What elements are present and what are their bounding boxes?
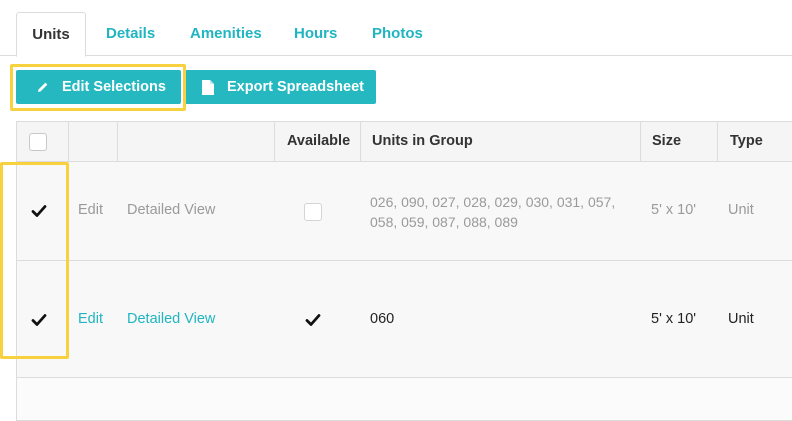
header-size[interactable]: Size [641,122,718,162]
edit-selections-label: Edit Selections [62,79,166,95]
edit-selections-button[interactable]: Edit Selections [16,70,181,104]
export-spreadsheet-button[interactable]: Export Spreadsheet [185,70,376,104]
select-all-checkbox[interactable] [29,133,47,151]
row-select-checkbox[interactable] [30,202,48,220]
pencil-icon [38,82,48,92]
row-select-checkbox[interactable] [30,311,48,329]
table-row: Edit Detailed View 026, 090, 027, 028, 0… [17,162,792,261]
units-table: Available Units in Group Size Type Edit … [16,121,792,421]
checkmark-icon [31,205,47,217]
document-icon [202,79,214,95]
available-checkbox[interactable] [304,203,322,221]
header-select-all-cell [17,122,69,162]
header-available[interactable]: Available [275,122,361,162]
detailed-view-link[interactable]: Detailed View [127,311,215,327]
units-in-group-value: 026, 090, 027, 028, 029, 030, 031, 057, … [370,194,616,230]
type-value: Unit [728,311,754,327]
header-edit-cell [69,122,118,162]
tab-hours[interactable]: Hours [294,12,337,57]
size-value: 5' x 10' [651,202,697,218]
detailed-view-link[interactable]: Detailed View [127,202,215,218]
table-row: Edit Detailed View 060 5' x 10' Unit [17,261,792,378]
units-in-group-value: 060 [370,311,395,327]
export-spreadsheet-label: Export Spreadsheet [227,79,364,95]
header-units-in-group[interactable]: Units in Group [361,122,641,162]
size-value: 5' x 10' [651,311,697,327]
tab-amenities[interactable]: Amenities [190,12,262,57]
edit-link[interactable]: Edit [78,311,103,327]
tab-units[interactable]: Units [16,12,86,57]
header-type[interactable]: Type [718,122,792,162]
tab-bar: Units Details Amenities Hours Photos [0,0,792,57]
table-row [17,378,792,421]
type-value: Unit [728,202,754,218]
checkmark-icon [305,314,321,326]
edit-link[interactable]: Edit [78,202,103,218]
available-checkbox[interactable] [304,311,322,329]
tab-photos[interactable]: Photos [372,12,423,57]
table-header: Available Units in Group Size Type [17,121,792,162]
header-view-cell [118,122,275,162]
tab-details[interactable]: Details [106,12,155,57]
checkmark-icon [31,314,47,326]
